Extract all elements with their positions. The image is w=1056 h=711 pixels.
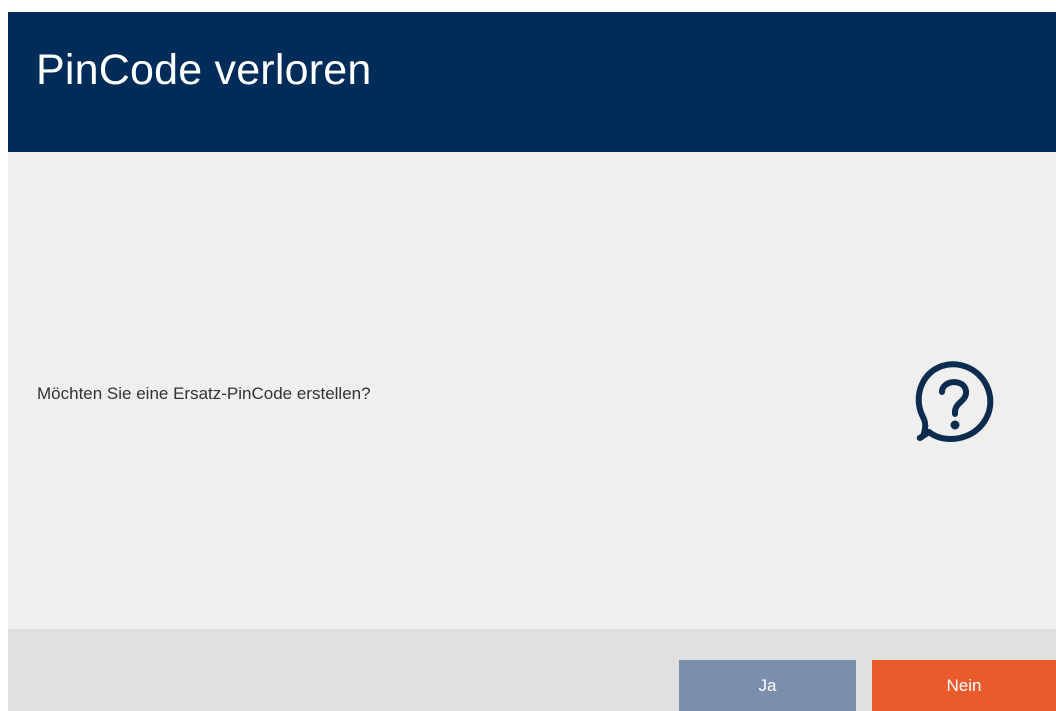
pincode-lost-dialog: PinCode verloren Möchten Sie eine Ersatz… (8, 12, 1056, 711)
no-button[interactable]: Nein (872, 660, 1056, 711)
question-speech-bubble-icon (915, 361, 994, 442)
confirmation-message: Möchten Sie eine Ersatz-PinCode erstelle… (37, 384, 371, 403)
dialog-title: PinCode verloren (36, 46, 372, 94)
dialog-content: Möchten Sie eine Ersatz-PinCode erstelle… (8, 152, 1056, 629)
dialog-footer: Ja Nein (8, 629, 1056, 711)
dialog-header: PinCode verloren (8, 12, 1056, 152)
yes-button[interactable]: Ja (679, 660, 856, 711)
